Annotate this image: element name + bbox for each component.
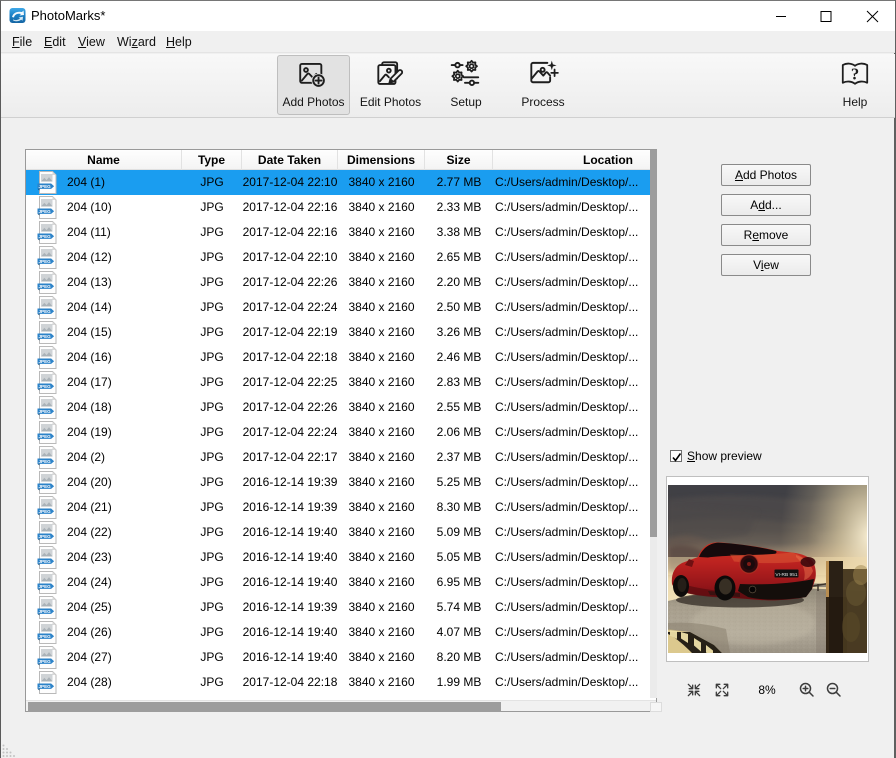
svg-text:VI-RB 951: VI-RB 951 [775,572,797,578]
svg-text:?: ? [851,64,859,83]
